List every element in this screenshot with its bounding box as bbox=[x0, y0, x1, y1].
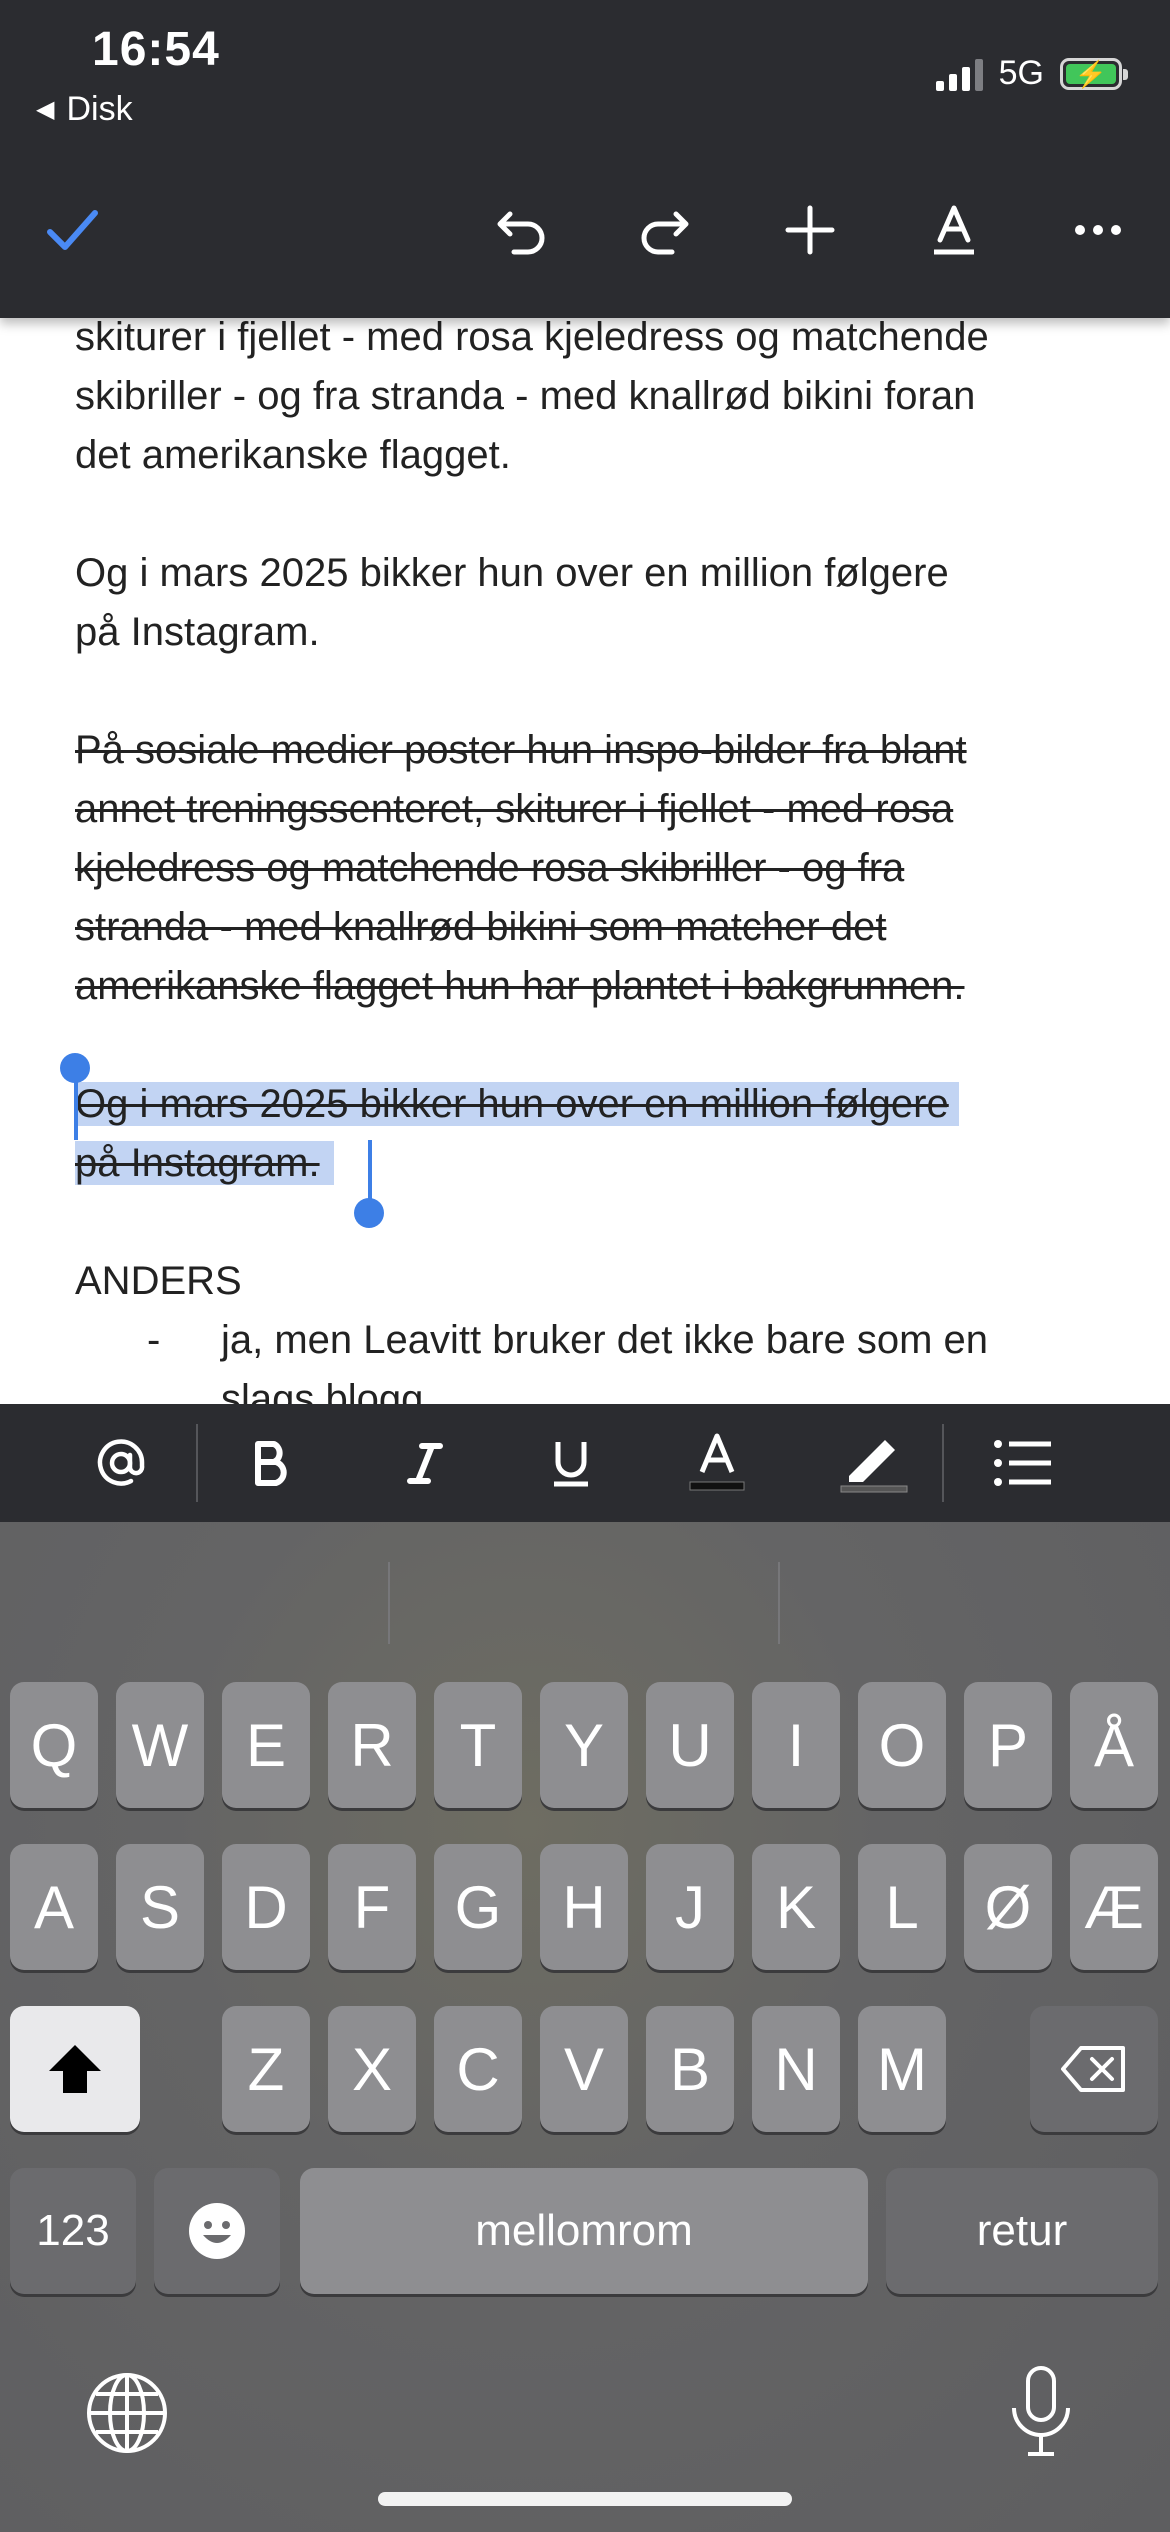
bold-icon[interactable] bbox=[226, 1418, 316, 1508]
key-w[interactable]: W bbox=[116, 1682, 204, 1808]
key-z[interactable]: Z bbox=[222, 2006, 310, 2132]
key-o[interactable]: O bbox=[858, 1682, 946, 1808]
text-color-icon[interactable] bbox=[672, 1418, 762, 1508]
bullet-dash: - bbox=[147, 1318, 161, 1362]
mention-icon[interactable] bbox=[76, 1418, 166, 1508]
backspace-icon bbox=[1061, 2046, 1125, 2092]
key-t[interactable]: T bbox=[434, 1682, 522, 1808]
back-app-label: Disk bbox=[66, 90, 133, 128]
text-line: På sosiale medier poster hun inspo-bilde… bbox=[75, 728, 967, 772]
highlight-icon[interactable] bbox=[828, 1418, 918, 1508]
text-line: Og i mars 2025 bikker hun over en millio… bbox=[75, 551, 949, 595]
text-line: det amerikanske flagget. bbox=[75, 433, 511, 477]
key-n[interactable]: N bbox=[752, 2006, 840, 2132]
key-c[interactable]: C bbox=[434, 2006, 522, 2132]
key-q[interactable]: Q bbox=[10, 1682, 98, 1808]
shift-icon bbox=[49, 2045, 101, 2093]
text-line: slags blogg bbox=[221, 1377, 424, 1404]
format-toolbar bbox=[0, 1404, 1170, 1522]
back-triangle-icon: ◀ bbox=[36, 96, 55, 123]
plus-icon[interactable] bbox=[770, 190, 850, 270]
key-u[interactable]: U bbox=[646, 1682, 734, 1808]
backspace-key[interactable] bbox=[1030, 2006, 1158, 2132]
undo-icon[interactable] bbox=[482, 190, 562, 270]
paragraph-4-selected[interactable]: Og i mars 2025 bikker hun over en millio… bbox=[75, 1075, 1095, 1193]
emoji-icon bbox=[189, 2203, 245, 2259]
key-f[interactable]: F bbox=[328, 1844, 416, 1970]
document-canvas[interactable]: skiturer i fjellet - med rosa kjeledress… bbox=[0, 318, 1170, 1404]
check-icon[interactable] bbox=[32, 190, 112, 270]
selected-text-line: Og i mars 2025 bikker hun over en millio… bbox=[75, 1082, 959, 1126]
status-indicators: 5G ⚡ bbox=[935, 54, 1128, 93]
text-line: stranda - med knallrød bikini som matche… bbox=[75, 905, 887, 949]
globe-icon[interactable] bbox=[82, 2368, 172, 2458]
key-ae[interactable]: Æ bbox=[1070, 1844, 1158, 1970]
bullet-list-icon[interactable] bbox=[978, 1418, 1068, 1508]
text-line: skiturer i fjellet - med rosa kjeledress… bbox=[75, 318, 989, 359]
key-h[interactable]: H bbox=[540, 1844, 628, 1970]
speaker-label: ANDERS bbox=[75, 1259, 242, 1303]
return-key[interactable]: retur bbox=[886, 2168, 1158, 2294]
bullet-item: - ja, men Leavitt bruker det ikke bare s… bbox=[75, 1311, 1095, 1404]
text-line: annet treningssenteret, skiturer i fjell… bbox=[75, 787, 954, 831]
top-app-bar: 16:54 ◀ Disk 5G ⚡ bbox=[0, 0, 1170, 318]
key-a[interactable]: A bbox=[10, 1844, 98, 1970]
microphone-icon[interactable] bbox=[996, 2362, 1086, 2462]
key-x[interactable]: X bbox=[328, 2006, 416, 2132]
key-k[interactable]: K bbox=[752, 1844, 840, 1970]
key-i[interactable]: I bbox=[752, 1682, 840, 1808]
back-to-app-button[interactable]: ◀ Disk bbox=[36, 90, 133, 129]
key-v[interactable]: V bbox=[540, 2006, 628, 2132]
paragraph-3-strikethrough: På sosiale medier poster hun inspo-bilde… bbox=[75, 721, 1095, 1016]
text-line: ja, men Leavitt bruker det ikke bare som… bbox=[221, 1318, 989, 1362]
status-time: 16:54 bbox=[92, 23, 220, 76]
space-key[interactable]: mellomrom bbox=[300, 2168, 868, 2294]
document-body[interactable]: skiturer i fjellet - med rosa kjeledress… bbox=[75, 318, 1095, 1404]
text-line: på Instagram. bbox=[75, 610, 320, 654]
key-m[interactable]: M bbox=[858, 2006, 946, 2132]
paragraph-2: Og i mars 2025 bikker hun over en millio… bbox=[75, 544, 1095, 662]
more-icon[interactable] bbox=[1058, 190, 1138, 270]
signal-icon bbox=[935, 57, 983, 91]
key-oe[interactable]: Ø bbox=[964, 1844, 1052, 1970]
key-l[interactable]: L bbox=[858, 1844, 946, 1970]
home-indicator[interactable] bbox=[378, 2492, 792, 2506]
key-d[interactable]: D bbox=[222, 1844, 310, 1970]
key-b[interactable]: B bbox=[646, 2006, 734, 2132]
text-line: skibriller - og fra stranda - med knallr… bbox=[75, 374, 976, 418]
redo-icon[interactable] bbox=[624, 190, 704, 270]
keyboard: Q W E R T Y U I O P Å A S D F G H J K L … bbox=[0, 1522, 1170, 2532]
key-r[interactable]: R bbox=[328, 1682, 416, 1808]
selected-text-line: på Instagram. bbox=[75, 1141, 334, 1185]
key-s[interactable]: S bbox=[116, 1844, 204, 1970]
shift-key[interactable] bbox=[10, 2006, 140, 2132]
italic-icon[interactable] bbox=[380, 1418, 470, 1508]
key-g[interactable]: G bbox=[434, 1844, 522, 1970]
text-format-icon[interactable] bbox=[914, 190, 994, 270]
underline-icon[interactable] bbox=[526, 1418, 616, 1508]
paragraph-1: skiturer i fjellet - med rosa kjeledress… bbox=[75, 318, 1095, 485]
key-j[interactable]: J bbox=[646, 1844, 734, 1970]
key-p[interactable]: P bbox=[964, 1682, 1052, 1808]
key-e[interactable]: E bbox=[222, 1682, 310, 1808]
text-line: amerikanske flagget hun har plantet i ba… bbox=[75, 964, 965, 1008]
text-line: kjeledress og matchende rosa skibriller … bbox=[75, 846, 905, 890]
selection-end-handle[interactable] bbox=[354, 1198, 384, 1228]
numbers-key[interactable]: 123 bbox=[10, 2168, 136, 2294]
key-y[interactable]: Y bbox=[540, 1682, 628, 1808]
emoji-key[interactable] bbox=[154, 2168, 280, 2294]
network-type: 5G bbox=[998, 54, 1044, 92]
key-aa[interactable]: Å bbox=[1070, 1682, 1158, 1808]
battery-icon: ⚡ bbox=[1060, 57, 1128, 90]
selection-start-caret bbox=[74, 1070, 78, 1140]
